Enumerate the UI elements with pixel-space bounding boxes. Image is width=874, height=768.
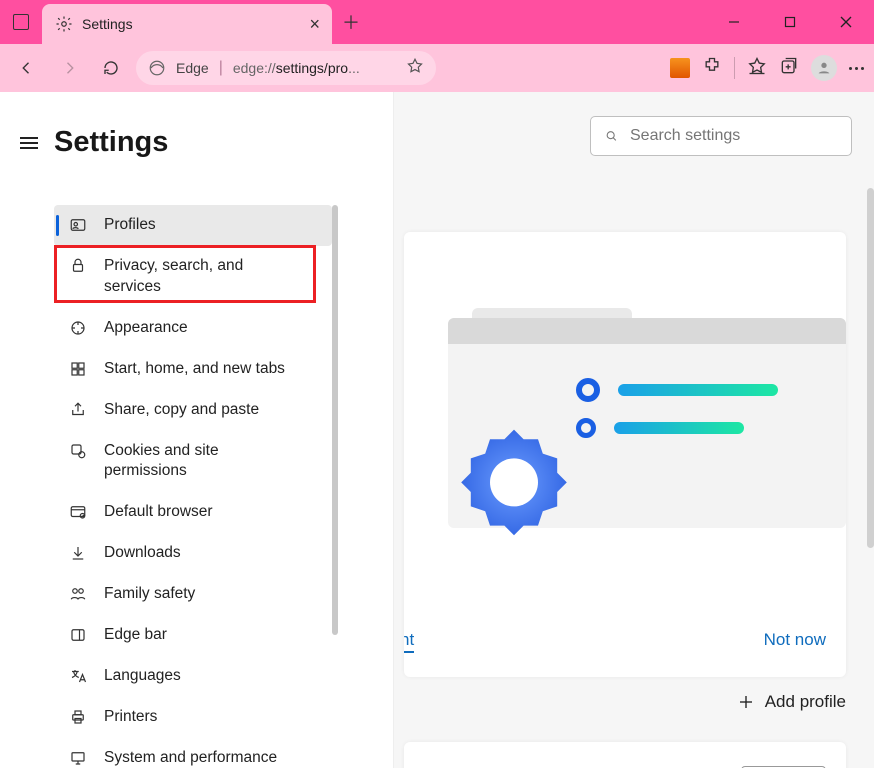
page-content: Settings Profiles Privacy, search, and s… bbox=[0, 92, 874, 768]
title-bar: Settings × ＋ bbox=[0, 0, 874, 44]
browser-toolbar: Edge | edge://settings/pro... bbox=[0, 44, 874, 92]
gear-icon bbox=[54, 14, 74, 34]
sidebar-scrollbar[interactable] bbox=[332, 205, 338, 635]
sidebar-item-family[interactable]: Family safety bbox=[54, 574, 332, 615]
printer-icon bbox=[68, 707, 88, 727]
language-icon bbox=[68, 666, 88, 686]
close-tab-icon[interactable]: × bbox=[309, 15, 320, 33]
menu-toggle-icon[interactable] bbox=[20, 137, 38, 149]
add-profile-button[interactable]: Add profile bbox=[737, 692, 846, 712]
sidebar-item-languages[interactable]: Languages bbox=[54, 656, 332, 697]
not-now-link[interactable]: Not now bbox=[764, 630, 826, 653]
tab-title: Settings bbox=[82, 16, 133, 32]
address-label: Edge bbox=[176, 60, 209, 76]
tab-actions-icon[interactable] bbox=[8, 9, 34, 35]
sidebar-item-downloads[interactable]: Downloads bbox=[54, 533, 332, 574]
extension-metamask-icon[interactable] bbox=[670, 58, 690, 78]
window-close-button[interactable] bbox=[818, 0, 874, 44]
new-tab-button[interactable]: ＋ bbox=[332, 0, 370, 44]
family-icon bbox=[68, 584, 88, 604]
settings-sidebar: Settings Profiles Privacy, search, and s… bbox=[0, 92, 394, 768]
sidebar-item-appearance[interactable]: Appearance bbox=[54, 308, 332, 349]
sidebar-item-default-browser[interactable]: Default browser bbox=[54, 492, 332, 533]
sign-in-link[interactable]: nt bbox=[404, 630, 414, 653]
sidebar-item-privacy[interactable]: Privacy, search, and services bbox=[54, 246, 332, 308]
settings-main: nt Not now Add profile Sign out bbox=[394, 92, 874, 768]
address-bar[interactable]: Edge | edge://settings/pro... bbox=[136, 51, 436, 85]
extensions-icon[interactable] bbox=[702, 56, 722, 81]
sidebar-item-share[interactable]: Share, copy and paste bbox=[54, 390, 332, 431]
window-minimize-button[interactable] bbox=[706, 0, 762, 44]
sidebar-item-start[interactable]: Start, home, and new tabs bbox=[54, 349, 332, 390]
edge-logo-icon bbox=[148, 59, 166, 77]
lock-icon bbox=[68, 256, 88, 276]
favorite-star-icon[interactable] bbox=[406, 57, 424, 80]
monitor-icon bbox=[68, 748, 88, 768]
plus-icon bbox=[737, 693, 755, 711]
sidebar-item-edge-bar[interactable]: Edge bar bbox=[54, 615, 332, 656]
paint-icon bbox=[68, 318, 88, 338]
profile-hero-card: nt Not now bbox=[404, 232, 846, 677]
forward-button[interactable] bbox=[52, 51, 86, 85]
illustration bbox=[448, 318, 846, 528]
share-icon bbox=[68, 400, 88, 420]
page-scrollbar[interactable] bbox=[867, 188, 874, 548]
sidebar-item-printers[interactable]: Printers bbox=[54, 697, 332, 738]
search-settings-input[interactable] bbox=[590, 116, 852, 156]
search-icon bbox=[605, 127, 618, 145]
profile-card: Sign out bbox=[404, 742, 846, 768]
browser-tab[interactable]: Settings × bbox=[42, 4, 332, 44]
cookie-settings-icon bbox=[68, 441, 88, 461]
sidebar-item-system[interactable]: System and performance bbox=[54, 738, 332, 768]
profile-avatar-icon[interactable] bbox=[811, 55, 837, 81]
favorites-icon[interactable] bbox=[747, 56, 767, 81]
collections-icon[interactable] bbox=[779, 56, 799, 81]
more-menu-icon[interactable] bbox=[849, 67, 864, 70]
person-card-icon bbox=[68, 215, 88, 235]
sidebar-item-profiles[interactable]: Profiles bbox=[54, 205, 332, 246]
browser-check-icon bbox=[68, 502, 88, 522]
gear-illustration-icon bbox=[454, 420, 574, 540]
window-maximize-button[interactable] bbox=[762, 0, 818, 44]
download-icon bbox=[68, 543, 88, 563]
address-url: edge://settings/pro... bbox=[233, 60, 360, 76]
sidebar-icon bbox=[68, 625, 88, 645]
sidebar-item-cookies[interactable]: Cookies and site permissions bbox=[54, 431, 332, 493]
page-title: Settings bbox=[54, 126, 168, 159]
reload-button[interactable] bbox=[94, 51, 128, 85]
back-button[interactable] bbox=[10, 51, 44, 85]
grid-icon bbox=[68, 359, 88, 379]
